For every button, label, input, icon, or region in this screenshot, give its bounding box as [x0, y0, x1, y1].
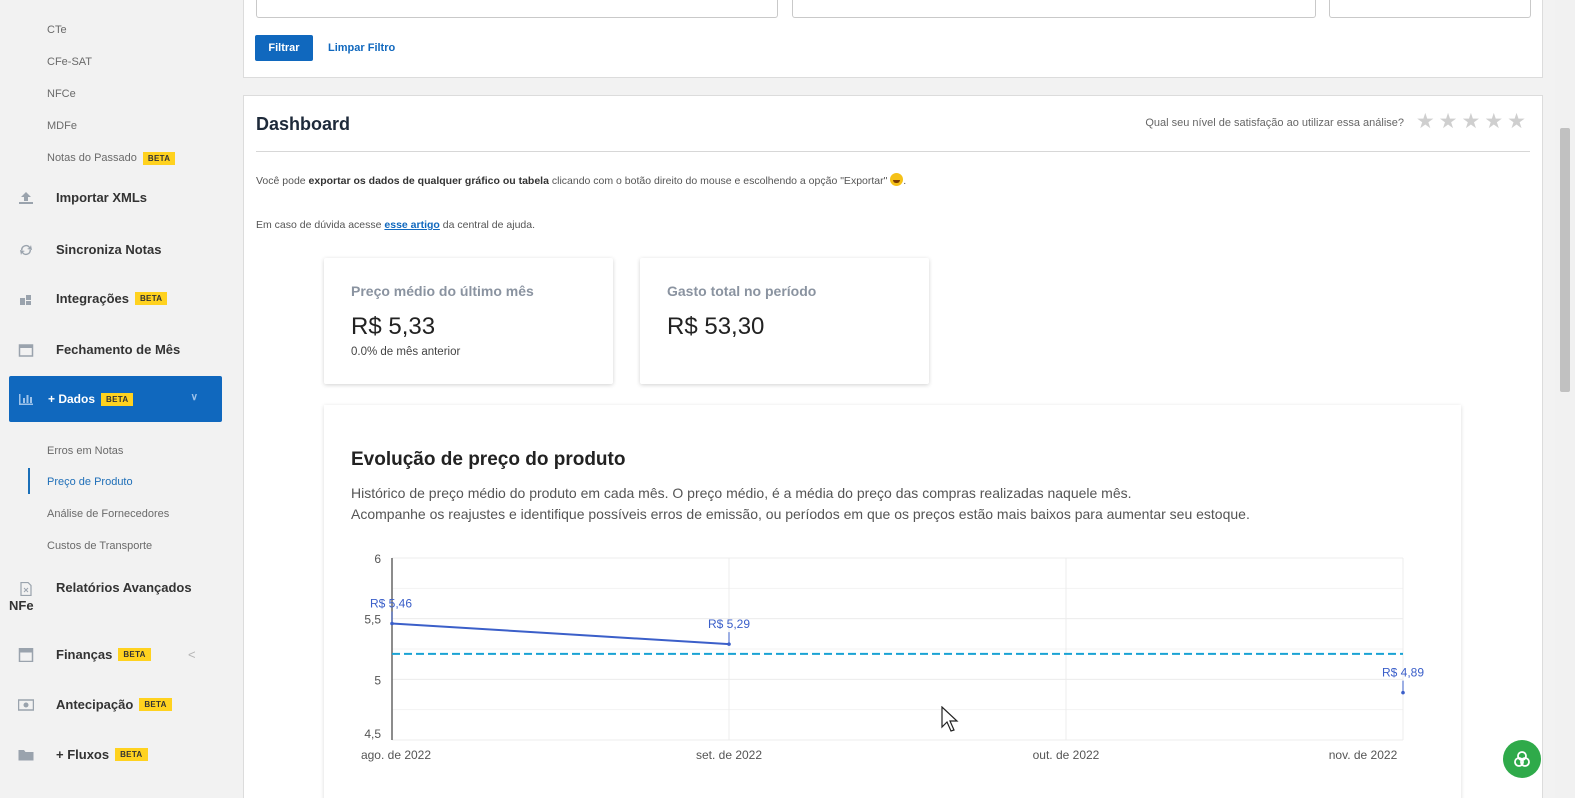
- price-line-chart[interactable]: 6 5,5 5 4,5 ago. de 2022 set. de 2022 out. de …: [324, 405, 1461, 798]
- series-segment: [391, 622, 730, 646]
- filter-input-2[interactable]: [792, 0, 1316, 18]
- sidebar-item-preco-produto[interactable]: Preço de Produto: [47, 476, 133, 488]
- data-label: R$ 5,46: [370, 597, 412, 611]
- folder-icon: [18, 749, 34, 760]
- kpi-change: 0.0% de mês anterior: [351, 346, 461, 358]
- limpar-filtro-link[interactable]: Limpar Filtro: [328, 42, 395, 54]
- data-label: R$ 5,29: [708, 617, 750, 631]
- help-info: Em caso de dúvida acesse esse artigo da …: [256, 219, 535, 231]
- sidebar-item-dados[interactable]: + Dados BETA ∨: [9, 376, 222, 422]
- sidebar-item-cfe-sat[interactable]: CFe-SAT: [47, 56, 92, 68]
- sidebar-item-importar-xmls[interactable]: Importar XMLs: [18, 190, 147, 205]
- sidebar-item-analise-fornecedores[interactable]: Análise de Fornecedores: [47, 508, 169, 520]
- divider: [256, 151, 1530, 152]
- scrollbar-thumb[interactable]: [1560, 128, 1570, 392]
- sidebar-item-label: Relatórios Avançados: [56, 580, 192, 595]
- sidebar-item-label: Antecipação: [56, 697, 134, 712]
- kpi-value: R$ 53,30: [667, 313, 765, 340]
- y-tick-label: 5,5: [364, 613, 381, 627]
- sidebar-item-label: + Fluxos: [56, 747, 110, 762]
- x-tick-label: out. de 2022: [1033, 748, 1100, 762]
- chevron-down-icon: ∨: [190, 392, 198, 403]
- sidebar-item-label: Finanças: [56, 647, 113, 662]
- sidebar-item-label: Sincroniza Notas: [56, 242, 162, 257]
- filter-card: Filtrar Limpar Filtro: [243, 0, 1543, 78]
- beta-badge: BETA: [134, 292, 168, 305]
- data-label: R$ 4,89: [1382, 666, 1424, 680]
- sidebar-item-integracoes[interactable]: Integrações BETA: [18, 291, 168, 306]
- x-tick-label: ago. de 2022: [361, 748, 431, 762]
- sidebar-item-antecipacao[interactable]: Antecipação BETA: [18, 697, 172, 712]
- sidebar-item-cte[interactable]: CTe: [47, 24, 67, 36]
- help-article-link[interactable]: esse artigo: [384, 219, 439, 231]
- chevron-left-icon: <: [188, 647, 196, 662]
- beta-badge: BETA: [139, 698, 172, 711]
- x-tick-label: nov. de 2022: [1329, 748, 1398, 762]
- filter-input-3[interactable]: [1329, 0, 1531, 18]
- info-text: da central de ajuda.: [439, 219, 536, 231]
- kpi-card-gasto-total: Gasto total no período R$ 53,30: [640, 258, 929, 384]
- rating-question: Qual seu nível de satisfação ao utilizar…: [1145, 117, 1404, 129]
- rating-stars[interactable]: ★★★★★: [1416, 109, 1530, 134]
- filtrar-button[interactable]: Filtrar: [255, 35, 313, 61]
- money-icon: [18, 698, 34, 711]
- beta-badge: BETA: [115, 748, 148, 761]
- y-tick-label: 4,5: [364, 727, 381, 741]
- sidebar-item-mdfe[interactable]: MDFe: [47, 120, 77, 132]
- mouse-cursor-icon: [941, 706, 959, 732]
- sidebar-item-fechamento-mes[interactable]: Fechamento de Mês: [18, 342, 180, 357]
- info-text: Você pode: [256, 175, 309, 187]
- sidebar-item-label: Integrações: [56, 291, 129, 306]
- sidebar-item-custos-transporte[interactable]: Custos de Transporte: [47, 540, 152, 552]
- kpi-label: Preço médio do último mês: [351, 283, 534, 299]
- y-tick-label: 6: [374, 552, 381, 566]
- kpi-value: R$ 5,33: [351, 313, 436, 340]
- kpi-card-preco-medio: Preço médio do último mês R$ 5,33 0.0% d…: [324, 258, 613, 384]
- sidebar-item-relatorios-avancados[interactable]: Relatórios Avançados: [18, 580, 192, 596]
- sidebar-item-label: + Dados: [48, 392, 96, 406]
- beta-badge: BETA: [101, 392, 134, 406]
- sync-icon: [20, 244, 32, 255]
- info-text: clicando com o botão direito do mouse e …: [548, 175, 891, 187]
- export-info: Você pode exportar os dados de qualquer …: [256, 173, 906, 187]
- sidebar-item-label: Notas do Passado: [47, 152, 137, 164]
- sidebar-item-financas[interactable]: Finanças BETA <: [18, 647, 196, 662]
- file-icon: [20, 582, 32, 596]
- smile-emoji-icon: [890, 173, 904, 186]
- calculator-icon: [18, 647, 34, 662]
- sidebar-item-label-nfe: NFe: [9, 598, 34, 613]
- info-bold: exportar os dados de qualquer gráfico ou…: [308, 175, 549, 187]
- bar-chart-icon: [19, 394, 33, 405]
- puzzle-icon: [20, 294, 31, 305]
- filter-input-1[interactable]: [256, 0, 778, 18]
- sidebar-item-nfce[interactable]: NFCe: [47, 88, 76, 100]
- y-tick-label: 5: [374, 673, 381, 687]
- sidebar-item-erros-notas[interactable]: Erros em Notas: [47, 445, 123, 457]
- sidebar-item-label: Fechamento de Mês: [56, 342, 181, 357]
- sidebar: CTe CFe-SAT NFCe MDFe Notas do Passado BE…: [0, 0, 232, 798]
- link-icon: [1514, 751, 1530, 767]
- active-indicator: [28, 468, 30, 494]
- chat-fab-button[interactable]: [1503, 740, 1541, 778]
- calendar-icon: [18, 343, 34, 357]
- chart-card: Evolução de preço do produto Histórico d…: [324, 405, 1461, 798]
- sidebar-item-sincroniza-notas[interactable]: Sincroniza Notas: [18, 242, 161, 257]
- sidebar-item-notas-passado[interactable]: Notas do Passado BETA: [47, 152, 176, 165]
- sidebar-item-label: Importar XMLs: [56, 190, 148, 205]
- kpi-label: Gasto total no período: [667, 283, 817, 299]
- vertical-scrollbar[interactable]: [1555, 0, 1575, 798]
- upload-icon: [19, 191, 33, 204]
- info-text: Em caso de dúvida acesse: [256, 219, 385, 231]
- x-tick-label: set. de 2022: [696, 748, 762, 762]
- beta-badge: BETA: [142, 152, 176, 165]
- dashboard-title: Dashboard: [256, 114, 351, 134]
- info-text: .: [903, 175, 907, 187]
- beta-badge: BETA: [118, 648, 151, 661]
- sidebar-item-fluxos[interactable]: + Fluxos BETA: [18, 747, 148, 762]
